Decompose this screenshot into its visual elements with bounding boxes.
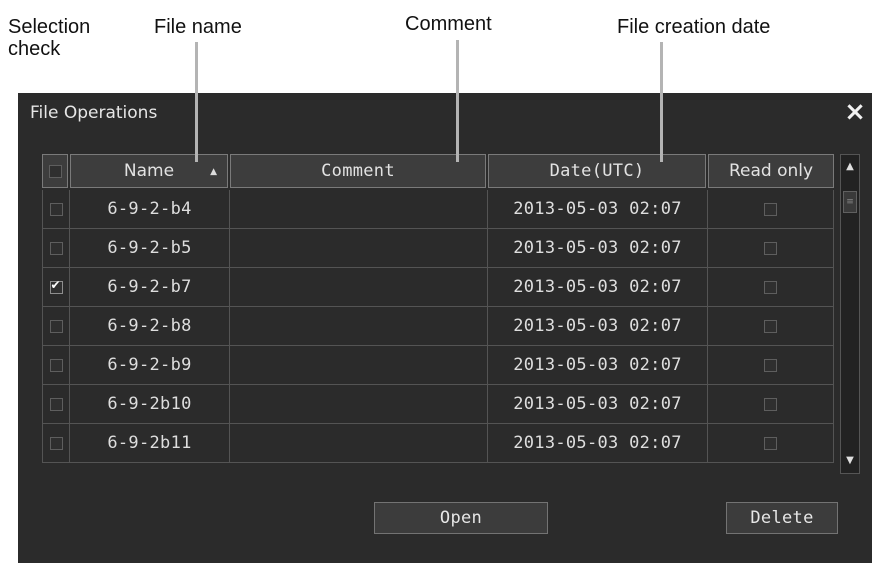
open-button-label: Open xyxy=(439,508,483,528)
file-operations-dialog: File Operations × Name ▲ Comment Date(UT… xyxy=(18,93,872,563)
column-header-read-only-label: Read only xyxy=(728,161,814,181)
date-cell: 2013-05-03 02:07 xyxy=(488,346,708,385)
read-only-cell xyxy=(708,385,834,424)
selection-cell xyxy=(42,307,70,346)
comment-cell xyxy=(230,424,488,463)
leader-line-file-name xyxy=(195,42,198,162)
name-cell: 6-9-2-b9 xyxy=(70,346,230,385)
read-only-cell xyxy=(708,229,834,268)
sort-ascending-icon: ▲ xyxy=(210,167,217,177)
selection-checkbox[interactable] xyxy=(49,319,63,333)
table-row[interactable]: 6-9-2-b5 2013-05-03 02:07 xyxy=(42,229,834,268)
table-row[interactable]: 6-9-2b11 2013-05-03 02:07 xyxy=(42,424,834,463)
comment-cell xyxy=(230,229,488,268)
close-icon[interactable]: × xyxy=(842,97,868,127)
table-row[interactable]: 6-9-2-b4 2013-05-03 02:07 xyxy=(42,190,834,229)
column-header-date-label: Date(UTC) xyxy=(549,161,645,181)
read-only-checkbox[interactable] xyxy=(764,241,777,255)
scroll-down-icon[interactable]: ▼ xyxy=(841,451,859,471)
read-only-checkbox[interactable] xyxy=(764,397,777,411)
read-only-cell xyxy=(708,268,834,307)
table-row[interactable]: 6-9-2-b8 2013-05-03 02:07 xyxy=(42,307,834,346)
selection-cell xyxy=(42,229,70,268)
read-only-checkbox[interactable] xyxy=(764,280,777,294)
date-cell: 2013-05-03 02:07 xyxy=(488,424,708,463)
selection-cell xyxy=(42,385,70,424)
comment-cell xyxy=(230,268,488,307)
selection-checkbox[interactable] xyxy=(49,241,63,255)
selection-cell xyxy=(42,268,70,307)
selection-cell xyxy=(42,346,70,385)
callout-file-creation-date: File creation date xyxy=(617,16,771,38)
name-cell: 6-9-2-b7 xyxy=(70,268,230,307)
name-cell: 6-9-2-b4 xyxy=(70,190,230,229)
date-cell: 2013-05-03 02:07 xyxy=(488,268,708,307)
date-cell: 2013-05-03 02:07 xyxy=(488,190,708,229)
selection-checkbox[interactable] xyxy=(49,436,63,450)
open-button[interactable]: Open xyxy=(374,502,548,534)
read-only-cell xyxy=(708,346,834,385)
name-cell: 6-9-2-b5 xyxy=(70,229,230,268)
delete-button[interactable]: Delete xyxy=(726,502,838,534)
read-only-checkbox[interactable] xyxy=(764,436,777,450)
comment-cell xyxy=(230,385,488,424)
table-row[interactable]: 6-9-2b10 2013-05-03 02:07 xyxy=(42,385,834,424)
callout-selection-check: Selection check xyxy=(8,16,91,60)
selection-cell xyxy=(42,190,70,229)
dialog-title: File Operations xyxy=(30,103,158,123)
read-only-cell xyxy=(708,424,834,463)
selection-checkbox[interactable] xyxy=(49,358,63,372)
column-header-name-label: Name xyxy=(123,161,175,181)
selection-checkbox[interactable] xyxy=(49,202,63,216)
select-all-checkbox[interactable] xyxy=(48,164,62,178)
read-only-checkbox[interactable] xyxy=(764,202,777,216)
scroll-thumb[interactable]: ≡ xyxy=(843,191,857,213)
select-all-header xyxy=(42,154,68,188)
callout-file-name: File name xyxy=(154,16,242,38)
comment-cell xyxy=(230,307,488,346)
callout-comment: Comment xyxy=(405,13,492,35)
leader-line-comment xyxy=(456,40,459,162)
leader-line-file-creation-date xyxy=(660,42,663,162)
read-only-checkbox[interactable] xyxy=(764,358,777,372)
table-row[interactable]: 6-9-2-b9 2013-05-03 02:07 xyxy=(42,346,834,385)
read-only-checkbox[interactable] xyxy=(764,319,777,333)
column-header-read-only[interactable]: Read only xyxy=(708,154,834,188)
scroll-up-icon[interactable]: ▲ xyxy=(841,157,859,177)
column-header-comment-label: Comment xyxy=(321,161,395,181)
delete-button-label: Delete xyxy=(750,508,814,528)
column-header-name[interactable]: Name ▲ xyxy=(70,154,228,188)
vertical-scrollbar[interactable]: ▲ ≡ ▼ xyxy=(840,154,860,474)
date-cell: 2013-05-03 02:07 xyxy=(488,307,708,346)
selection-checkbox[interactable] xyxy=(49,397,63,411)
table-row[interactable]: 6-9-2-b7 2013-05-03 02:07 xyxy=(42,268,834,307)
comment-cell xyxy=(230,190,488,229)
selection-cell xyxy=(42,424,70,463)
column-header-comment[interactable]: Comment xyxy=(230,154,486,188)
name-cell: 6-9-2b10 xyxy=(70,385,230,424)
name-cell: 6-9-2-b8 xyxy=(70,307,230,346)
date-cell: 2013-05-03 02:07 xyxy=(488,385,708,424)
date-cell: 2013-05-03 02:07 xyxy=(488,229,708,268)
read-only-cell xyxy=(708,307,834,346)
comment-cell xyxy=(230,346,488,385)
read-only-cell xyxy=(708,190,834,229)
selection-checkbox[interactable] xyxy=(49,278,63,294)
name-cell: 6-9-2b11 xyxy=(70,424,230,463)
column-header-date[interactable]: Date(UTC) xyxy=(488,154,706,188)
